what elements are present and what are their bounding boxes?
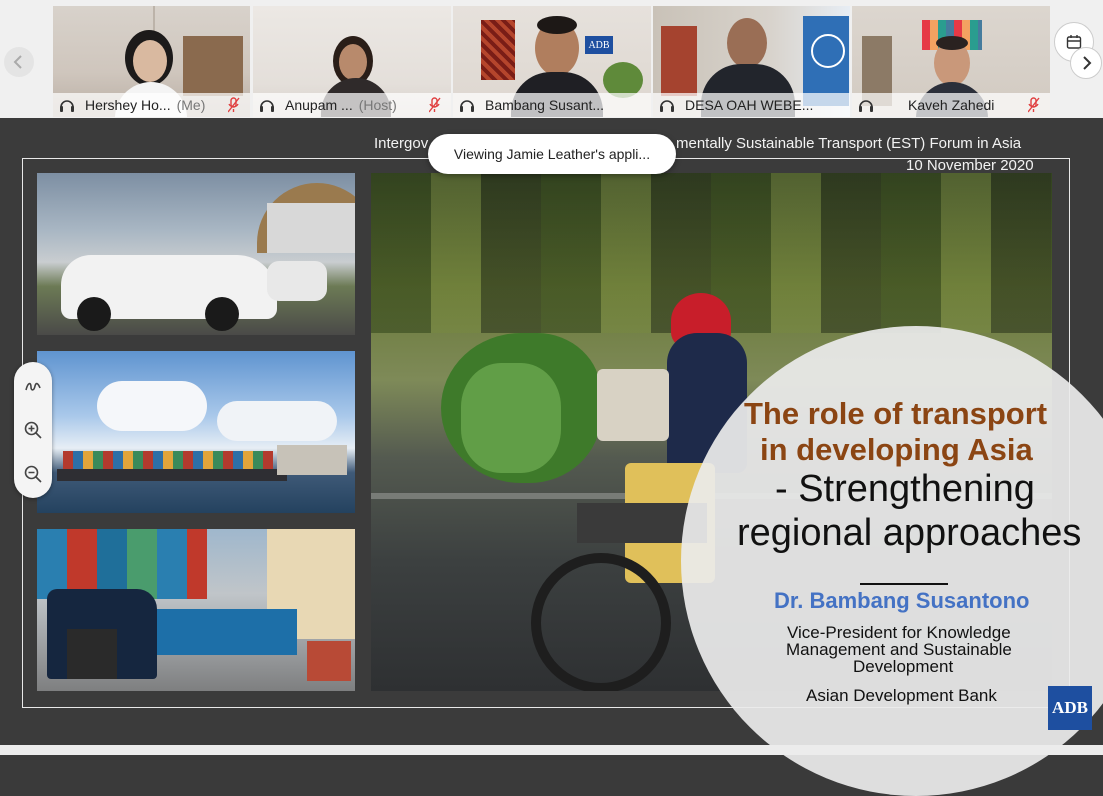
slide-date: 10 November 2020 [906,157,1034,174]
participant-role: (Host) [358,97,397,113]
participant-role: (Me) [176,97,206,113]
chevron-left-icon [13,55,22,69]
participant-label: Kaveh Zahedi [852,93,1050,117]
annotate-icon[interactable] [23,376,43,396]
mic-off-icon [1028,97,1040,113]
taxi-photo [37,173,355,335]
participant-name: Kaveh Zahedi [908,97,995,113]
truck-photo [37,529,355,691]
participant-label: DESA OAH WEBE... [653,93,850,117]
participant-tile-1[interactable]: Hershey Ho... (Me) [53,6,250,117]
headphone-icon [260,100,274,112]
zoom-in-icon[interactable] [23,420,43,440]
participant-tile-2[interactable]: Anupam ... (Host) [253,6,451,117]
zoom-toolbar [14,362,52,498]
container-ship-photo [37,351,355,513]
headphone-icon [859,100,873,112]
slide-header-right: mentally Sustainable Transport (EST) For… [676,135,1022,152]
headphone-icon [660,100,674,112]
slide-header-left: Intergov [374,135,429,152]
next-page-button[interactable] [1070,47,1102,79]
participant-name: DESA OAH WEBE... [685,97,814,113]
viewing-notice: Viewing Jamie Leather's appli... [428,134,676,174]
participant-tile-5[interactable]: Kaveh Zahedi [852,6,1050,117]
participant-name: Anupam ... [285,97,353,113]
mic-off-icon [429,97,441,113]
zoom-out-icon[interactable] [23,464,43,484]
adb-sign: ADB [585,36,613,54]
participant-name: Hershey Ho... [85,97,171,113]
headphone-icon [460,100,474,112]
headphone-icon [60,100,74,112]
participant-label: Hershey Ho... (Me) [53,93,250,117]
adb-logo: ADB [1048,686,1092,730]
participant-label: Bambang Susant... [453,93,651,117]
participant-strip: Hershey Ho... (Me) Anupam ... (Host) ADB [0,0,1103,118]
participant-tile-4[interactable]: DESA OAH WEBE... [653,6,850,117]
participant-tile-3[interactable]: ADB Bambang Susant... [453,6,651,117]
participant-label: Anupam ... (Host) [253,93,451,117]
bottom-bar [0,745,1103,755]
participant-name: Bambang Susant... [485,97,605,113]
mic-off-icon [228,97,240,113]
chevron-right-icon [1083,56,1092,70]
previous-page-button[interactable] [4,47,34,77]
